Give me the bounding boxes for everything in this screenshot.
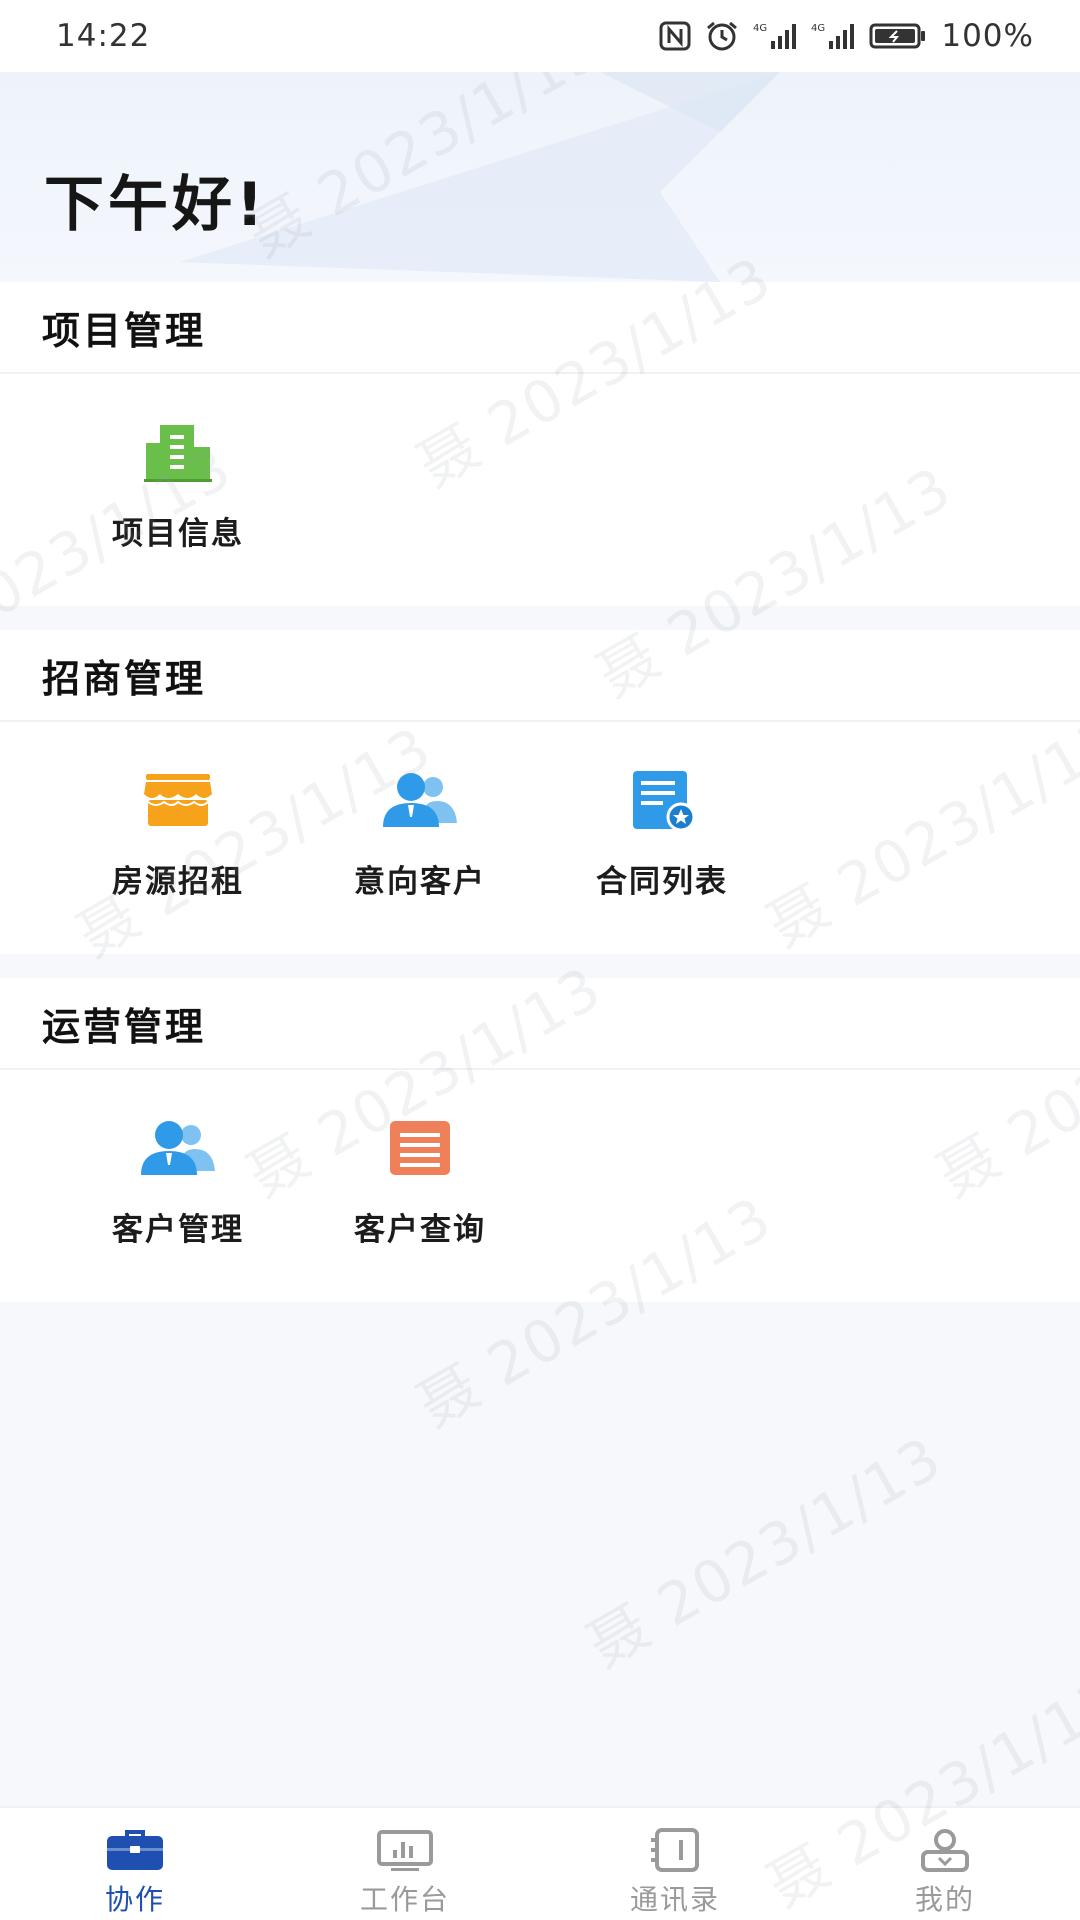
section-header: 运营管理 xyxy=(0,978,1080,1070)
people-icon xyxy=(380,760,460,840)
tile-grid: 客户管理 客户查询 xyxy=(0,1070,1080,1394)
svg-text:4G: 4G xyxy=(753,23,767,34)
section-title: 招商管理 xyxy=(42,656,207,701)
bottom-tab-bar: 协作 工作台 通讯录 我的 xyxy=(0,1806,1080,1920)
document-list-icon xyxy=(380,1108,460,1188)
battery-icon xyxy=(869,23,926,49)
tile-label: 合同列表 xyxy=(596,864,728,900)
watermark: 聂 2023/1/13 xyxy=(576,1423,954,1681)
monitor-chart-icon xyxy=(377,1830,433,1871)
tab-workbench[interactable]: 工作台 xyxy=(270,1808,540,1920)
signal-4g-icon: 4G xyxy=(753,23,797,49)
tab-mine[interactable]: 我的 xyxy=(810,1808,1080,1920)
battery-percentage: 100% xyxy=(941,18,1034,54)
address-book-icon xyxy=(651,1828,699,1872)
tile-label: 客户管理 xyxy=(112,1212,244,1248)
tile-project-info[interactable]: 项目信息 xyxy=(78,412,278,553)
people-icon xyxy=(138,1108,218,1188)
status-time: 14:22 xyxy=(56,18,151,54)
tile-contract-list[interactable]: 合同列表 xyxy=(562,760,762,901)
storefront-icon xyxy=(138,760,218,840)
status-icons: 4G 4G 100% xyxy=(659,18,1034,54)
tile-label: 意向客户 xyxy=(354,864,486,900)
user-icon xyxy=(921,1829,969,1872)
tab-label: 协作 xyxy=(104,1883,165,1916)
tile-prospective-clients[interactable]: 意向客户 xyxy=(320,760,520,901)
tile-label: 房源招租 xyxy=(112,864,244,900)
tab-label: 工作台 xyxy=(359,1883,450,1916)
tile-label: 项目信息 xyxy=(112,516,244,552)
section-leasing-management: 招商管理 房源招租 意向客户 合同列表 xyxy=(0,630,1080,954)
building-icon xyxy=(138,412,218,492)
section-title: 项目管理 xyxy=(42,308,207,353)
section-title: 运营管理 xyxy=(42,1004,207,1049)
tile-label: 客户查询 xyxy=(354,1212,486,1248)
greeting-title: 下午好! xyxy=(44,170,268,240)
signal-4g-icon: 4G xyxy=(811,23,855,49)
status-bar: 14:22 4G 4G 100% xyxy=(0,0,1080,72)
tab-contacts[interactable]: 通讯录 xyxy=(540,1808,810,1920)
section-header: 招商管理 xyxy=(0,630,1080,722)
section-header: 项目管理 xyxy=(0,282,1080,374)
tab-collaboration[interactable]: 协作 xyxy=(0,1808,270,1920)
nfc-icon xyxy=(659,21,691,51)
svg-text:4G: 4G xyxy=(811,23,825,34)
tile-property-rental[interactable]: 房源招租 xyxy=(78,760,278,901)
contract-icon xyxy=(622,760,702,840)
alarm-icon xyxy=(707,21,738,51)
section-project-management: 项目管理 项目信息 xyxy=(0,282,1080,606)
greeting-banner: 下午好! xyxy=(0,72,1080,282)
tile-client-management[interactable]: 客户管理 xyxy=(78,1108,278,1249)
tab-label: 通讯录 xyxy=(629,1883,720,1916)
section-operations-management: 运营管理 客户管理 客户查询 xyxy=(0,978,1080,1302)
tile-client-query[interactable]: 客户查询 xyxy=(320,1108,520,1249)
tab-label: 我的 xyxy=(914,1883,975,1916)
briefcase-icon xyxy=(107,1830,163,1870)
